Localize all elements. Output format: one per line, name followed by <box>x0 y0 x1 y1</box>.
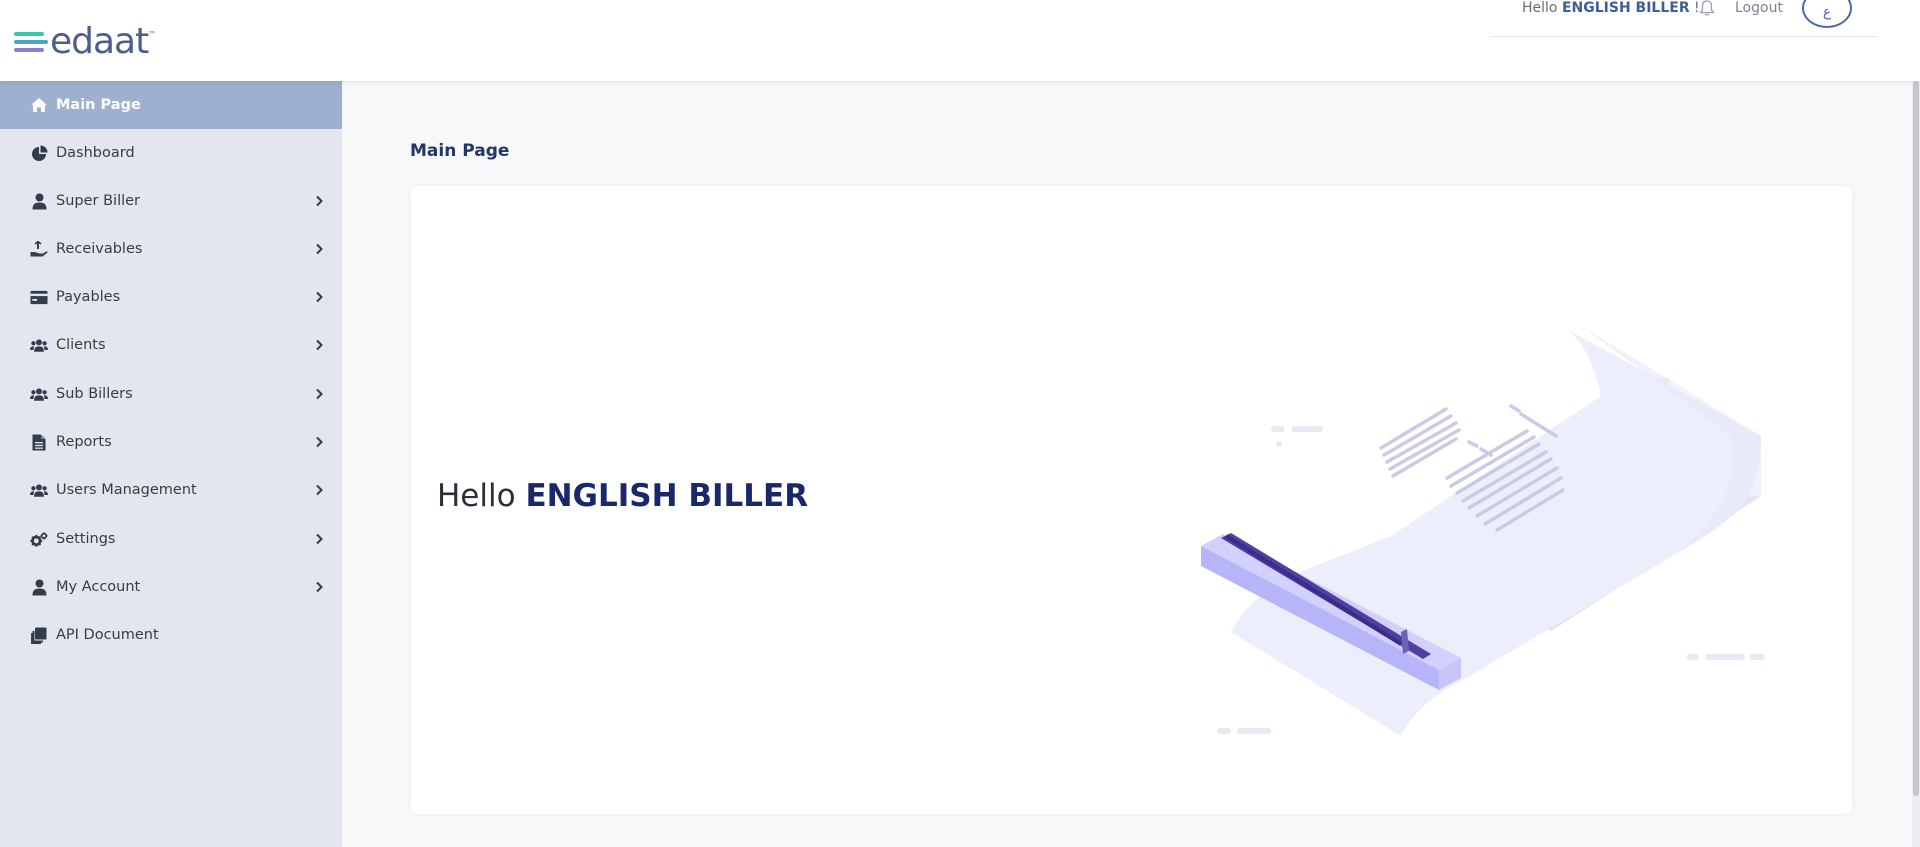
sidebar-item-api-document[interactable]: API Document <box>0 611 342 659</box>
pie-chart-icon <box>30 144 48 162</box>
logo-trademark: ™ <box>148 30 157 39</box>
sidebar-item-payables[interactable]: Payables <box>0 273 342 321</box>
sidebar-item-label: Dashboard <box>56 145 135 161</box>
bell-icon[interactable] <box>1698 0 1716 16</box>
logo-mark-icon <box>14 29 48 55</box>
chevron-right-icon <box>316 581 323 593</box>
chevron-right-icon <box>316 388 323 400</box>
sidebar-item-dashboard[interactable]: Dashboard <box>0 129 342 177</box>
chevron-right-icon <box>316 339 323 351</box>
sidebar-item-label: Main Page <box>56 97 141 113</box>
sidebar-item-clients[interactable]: Clients <box>0 321 342 369</box>
user-greeting: Hello ENGLISH BILLER ! <box>1522 0 1700 16</box>
chevron-right-icon <box>316 243 323 255</box>
sidebar-item-receivables[interactable]: Receivables <box>0 225 342 273</box>
page-title: Main Page <box>410 141 510 161</box>
sidebar-item-label: API Document <box>56 627 159 643</box>
user-icon <box>30 192 48 210</box>
copy-icon <box>30 626 48 644</box>
sidebar-item-label: Reports <box>56 434 112 450</box>
sidebar-item-label: Clients <box>56 337 106 353</box>
chevron-right-icon <box>316 291 323 303</box>
sidebar: Main Page Dashboard Super Biller Receiva… <box>0 81 342 847</box>
welcome-message: Hello ENGLISH BILLER <box>437 478 809 514</box>
sidebar-item-super-biller[interactable]: Super Biller <box>0 177 342 225</box>
gears-icon <box>30 530 48 548</box>
chevron-right-icon <box>316 195 323 207</box>
chevron-right-icon <box>316 484 323 496</box>
top-header: edaat ™ Hello ENGLISH BILLER ! Logout ع <box>0 0 1920 81</box>
chevron-right-icon <box>316 436 323 448</box>
logo-text: edaat <box>50 21 149 62</box>
user-area: Hello ENGLISH BILLER ! Logout ع <box>1492 0 1878 37</box>
user-name: ENGLISH BILLER <box>1561 0 1690 16</box>
logout-link[interactable]: Logout <box>1735 0 1783 16</box>
chevron-right-icon <box>316 533 323 545</box>
home-icon <box>30 96 48 114</box>
sidebar-item-my-account[interactable]: My Account <box>0 563 342 611</box>
sidebar-item-sub-billers[interactable]: Sub Billers <box>0 370 342 418</box>
hand-holding-money-icon <box>30 240 48 258</box>
receipt-printer-illustration <box>1201 326 1765 736</box>
users-icon <box>30 385 48 403</box>
file-icon <box>30 433 48 451</box>
sidebar-item-label: Super Biller <box>56 193 141 209</box>
sidebar-item-label: My Account <box>56 579 141 595</box>
sidebar-item-users-management[interactable]: Users Management <box>0 466 342 514</box>
welcome-card: Hello ENGLISH BILLER <box>411 186 1852 814</box>
users-icon <box>30 336 48 354</box>
sidebar-item-main-page[interactable]: Main Page <box>0 81 342 129</box>
sidebar-item-label: Receivables <box>56 241 143 257</box>
language-toggle-button[interactable]: ع <box>1802 0 1852 28</box>
welcome-user-name: ENGLISH BILLER <box>525 478 809 514</box>
user-icon <box>30 578 48 596</box>
edaat-logo[interactable]: edaat ™ <box>14 22 156 62</box>
page-scrollbar-thumb[interactable] <box>1913 81 1919 796</box>
sidebar-item-label: Settings <box>56 531 116 547</box>
sidebar-item-label: Sub Billers <box>56 386 133 402</box>
sidebar-item-label: Users Management <box>56 482 197 498</box>
users-icon <box>30 481 48 499</box>
sidebar-item-settings[interactable]: Settings <box>0 515 342 563</box>
sidebar-item-label: Payables <box>56 289 121 305</box>
credit-card-icon <box>30 288 48 306</box>
sidebar-item-reports[interactable]: Reports <box>0 418 342 466</box>
